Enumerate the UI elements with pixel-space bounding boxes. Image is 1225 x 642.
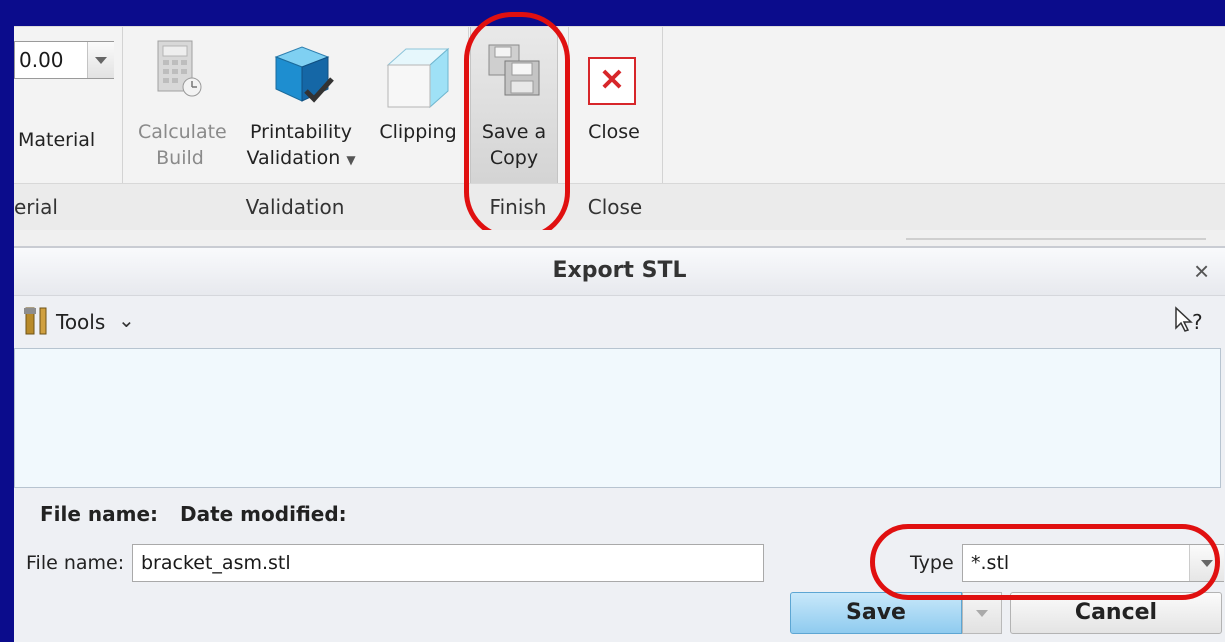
help-icon: ? <box>1192 310 1203 334</box>
calculate-label-line2: Build <box>156 147 204 169</box>
chevron-down-icon <box>976 610 988 617</box>
calculate-label-line1: Calculate <box>138 121 227 143</box>
tools-label: Tools <box>56 310 106 334</box>
close-tool-button[interactable]: ✕ Close <box>574 37 654 187</box>
printability-cube-icon <box>274 46 334 103</box>
tools-menu[interactable]: Tools ⌄ <box>22 306 162 340</box>
file-name-label: File name: <box>26 552 125 574</box>
file-name-input[interactable]: bracket_asm.stl <box>132 544 764 582</box>
highlight-oval-save-copy <box>464 12 570 240</box>
close-x-icon: ✕ <box>588 57 636 105</box>
dialog-gap <box>14 230 1225 246</box>
calculate-build-button[interactable]: Calculate Build <box>138 39 227 189</box>
clipping-label: Clipping <box>379 121 457 143</box>
printability-label-line2: Validation ▼ <box>246 147 356 169</box>
dropdown-arrow-icon: ▼ <box>346 153 356 167</box>
clipping-box-icon <box>386 47 450 109</box>
column-header-date-modified[interactable]: Date modified: <box>180 502 347 526</box>
printability-validation-button[interactable]: Printability Validation ▼ <box>242 37 360 187</box>
printability-label-line1: Printability <box>250 121 352 143</box>
material-label: Material <box>18 129 96 151</box>
chevron-down-icon <box>95 57 107 64</box>
group-label-close: Close <box>587 195 643 219</box>
calculator-icon <box>157 40 202 97</box>
arrow-cursor-icon <box>1175 306 1193 332</box>
highlight-oval-type <box>870 524 1220 600</box>
close-tool-label: Close <box>588 121 640 143</box>
dialog-title: Export STL <box>552 258 687 283</box>
group-label-validation: Validation <box>245 195 345 219</box>
clipping-button[interactable]: Clipping <box>378 37 458 187</box>
ribbon: 0.00 Material Calculate Build Printabili… <box>14 26 1225 232</box>
dialog-title-bar: Export STL × <box>14 246 1225 296</box>
file-list[interactable] <box>14 348 1221 488</box>
column-header-file-name[interactable]: File name: <box>40 502 158 526</box>
material-value-combo[interactable]: 0.00 <box>14 41 114 79</box>
help-pointer[interactable]: ? <box>1174 304 1214 338</box>
group-label-material: erial <box>14 195 58 219</box>
combo-dropdown-button[interactable] <box>87 42 114 78</box>
close-icon[interactable]: × <box>1194 256 1209 287</box>
material-value: 0.00 <box>19 48 64 72</box>
tools-icon <box>24 307 47 335</box>
chevron-down-icon: ⌄ <box>118 310 135 332</box>
material-button[interactable]: Material <box>18 127 95 153</box>
